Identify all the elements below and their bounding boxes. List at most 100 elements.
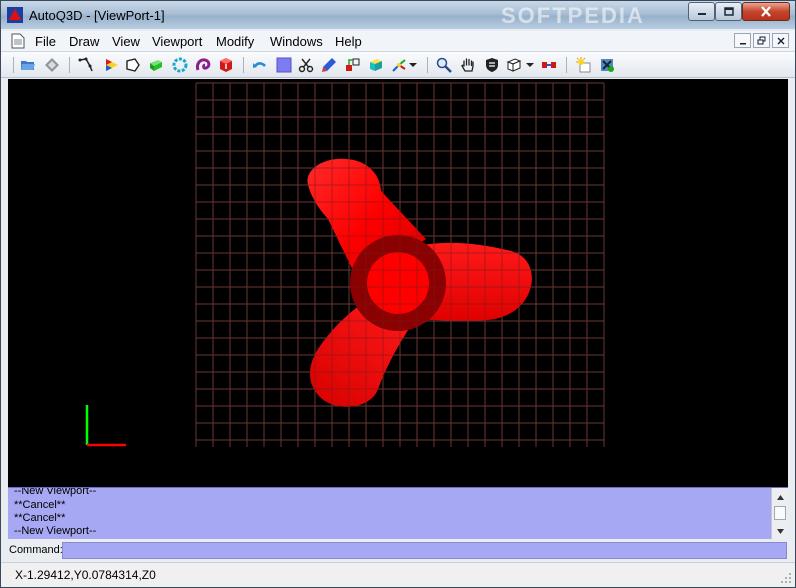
open-folder-icon: [21, 61, 35, 70]
view-dropdown-button[interactable]: [525, 56, 535, 74]
ring-button[interactable]: [171, 56, 189, 74]
menu-file[interactable]: File: [35, 34, 56, 49]
view-cube-icon: [506, 58, 522, 72]
axis-button[interactable]: [390, 56, 408, 74]
axis-dropdown-button[interactable]: [408, 56, 418, 74]
app-logo-icon: [7, 7, 23, 23]
cube-color-button[interactable]: [367, 56, 385, 74]
toolbar-separator: [243, 57, 244, 73]
chevron-up-icon: [776, 494, 784, 500]
mdi-minimize-button[interactable]: [734, 33, 751, 48]
box-icon: [150, 60, 162, 71]
scroll-down-button[interactable]: [773, 524, 787, 538]
mdi-restore-button[interactable]: [753, 33, 770, 48]
settings-button[interactable]: [598, 56, 616, 74]
toolbar: [1, 52, 795, 78]
menu-view[interactable]: View: [112, 34, 140, 49]
scroll-thumb[interactable]: [774, 506, 786, 520]
scissors-icon: [298, 58, 314, 73]
pen-button[interactable]: [320, 56, 338, 74]
toolbar-separator: [427, 57, 428, 73]
mdi-controls: [734, 33, 789, 48]
viewport-3d[interactable]: [8, 79, 788, 487]
minimize-icon: [697, 12, 706, 15]
command-row: Command:: [8, 540, 788, 561]
light-button[interactable]: [574, 56, 592, 74]
shield-icon: [486, 58, 498, 72]
cube-button[interactable]: [217, 56, 235, 74]
log-line: --New Viewport--: [14, 525, 97, 537]
restore-icon: [757, 36, 766, 45]
align-icon: [346, 58, 360, 71]
axis-indicator: [85, 405, 126, 447]
toolbar-separator: [13, 57, 14, 73]
polyline-button[interactable]: [77, 56, 95, 74]
close-button[interactable]: [742, 2, 790, 21]
menu-help[interactable]: Help: [335, 34, 362, 49]
pan-button[interactable]: [459, 56, 477, 74]
command-log[interactable]: --New Viewport-- **Cancel** **Cancel** -…: [8, 487, 788, 539]
menu-draw[interactable]: Draw: [69, 34, 99, 49]
zoom-icon: [436, 57, 452, 73]
tag-icon: [126, 58, 140, 72]
toolbar-separator: [566, 57, 567, 73]
undo-button[interactable]: [251, 56, 269, 74]
torus-icon: [196, 58, 211, 71]
eraser-icon: [45, 58, 59, 72]
log-line: --New Viewport--: [14, 487, 97, 497]
align-button[interactable]: [344, 56, 362, 74]
pan-hand-icon: [461, 58, 474, 72]
mdi-close-button[interactable]: [772, 33, 789, 48]
square-button[interactable]: [275, 56, 293, 74]
cursor-coordinates: X-1.29412,Y0.0784314,Z0: [15, 568, 156, 582]
shield-button[interactable]: [483, 56, 501, 74]
document-icon[interactable]: [11, 33, 25, 49]
cut-button[interactable]: [297, 56, 315, 74]
grid-overlay: [195, 82, 605, 447]
log-line: **Cancel**: [14, 499, 66, 511]
resize-grip-icon[interactable]: [780, 572, 792, 584]
dimension-icon: [542, 62, 556, 68]
torus-button[interactable]: [194, 56, 212, 74]
pen-icon: [322, 58, 336, 72]
light-icon: [576, 57, 591, 73]
log-scrollbar[interactable]: [771, 488, 788, 539]
command-input[interactable]: [62, 542, 787, 559]
log-line: **Cancel**: [14, 512, 66, 524]
zoom-button[interactable]: [435, 56, 453, 74]
erase-button[interactable]: [43, 56, 61, 74]
color-icon: [106, 59, 118, 71]
toolbar-separator: [69, 57, 70, 73]
square-icon: [276, 57, 292, 73]
minimize-button[interactable]: [688, 2, 715, 21]
tag-button[interactable]: [124, 56, 142, 74]
cube-icon: [220, 58, 232, 72]
app-window: AutoQ3D - [ViewPort-1] SOFTPEDIA File Dr…: [0, 0, 796, 588]
close-icon: [761, 6, 771, 17]
viewport-canvas[interactable]: [8, 79, 788, 487]
menu-viewport[interactable]: Viewport: [152, 34, 202, 49]
polyline-icon: [78, 57, 93, 72]
dimension-button[interactable]: [540, 56, 558, 74]
maximize-button[interactable]: [715, 2, 742, 21]
menu-windows[interactable]: Windows: [270, 34, 323, 49]
axis-icon: [392, 59, 406, 72]
open-button[interactable]: [19, 56, 37, 74]
dropdown-arrow-icon: [409, 63, 417, 67]
view-cube-button[interactable]: [505, 56, 523, 74]
propeller-model[interactable]: [307, 158, 532, 407]
scroll-up-button[interactable]: [773, 490, 787, 504]
ring-icon: [172, 57, 188, 73]
maximize-icon: [723, 7, 734, 16]
cube-color-icon: [370, 59, 382, 71]
hub-inner-disc[interactable]: [367, 252, 429, 314]
title-bar[interactable]: AutoQ3D - [ViewPort-1] SOFTPEDIA: [1, 1, 795, 29]
menu-modify[interactable]: Modify: [216, 34, 254, 49]
dropdown-arrow-icon: [526, 63, 534, 67]
box-button[interactable]: [147, 56, 165, 74]
watermark: SOFTPEDIA: [501, 3, 645, 28]
menu-bar: File Draw View Viewport Modify Windows H…: [1, 31, 795, 52]
status-bar: X-1.29412,Y0.0784314,Z0: [1, 562, 795, 587]
undo-icon: [253, 62, 266, 68]
color-button[interactable]: [103, 56, 121, 74]
